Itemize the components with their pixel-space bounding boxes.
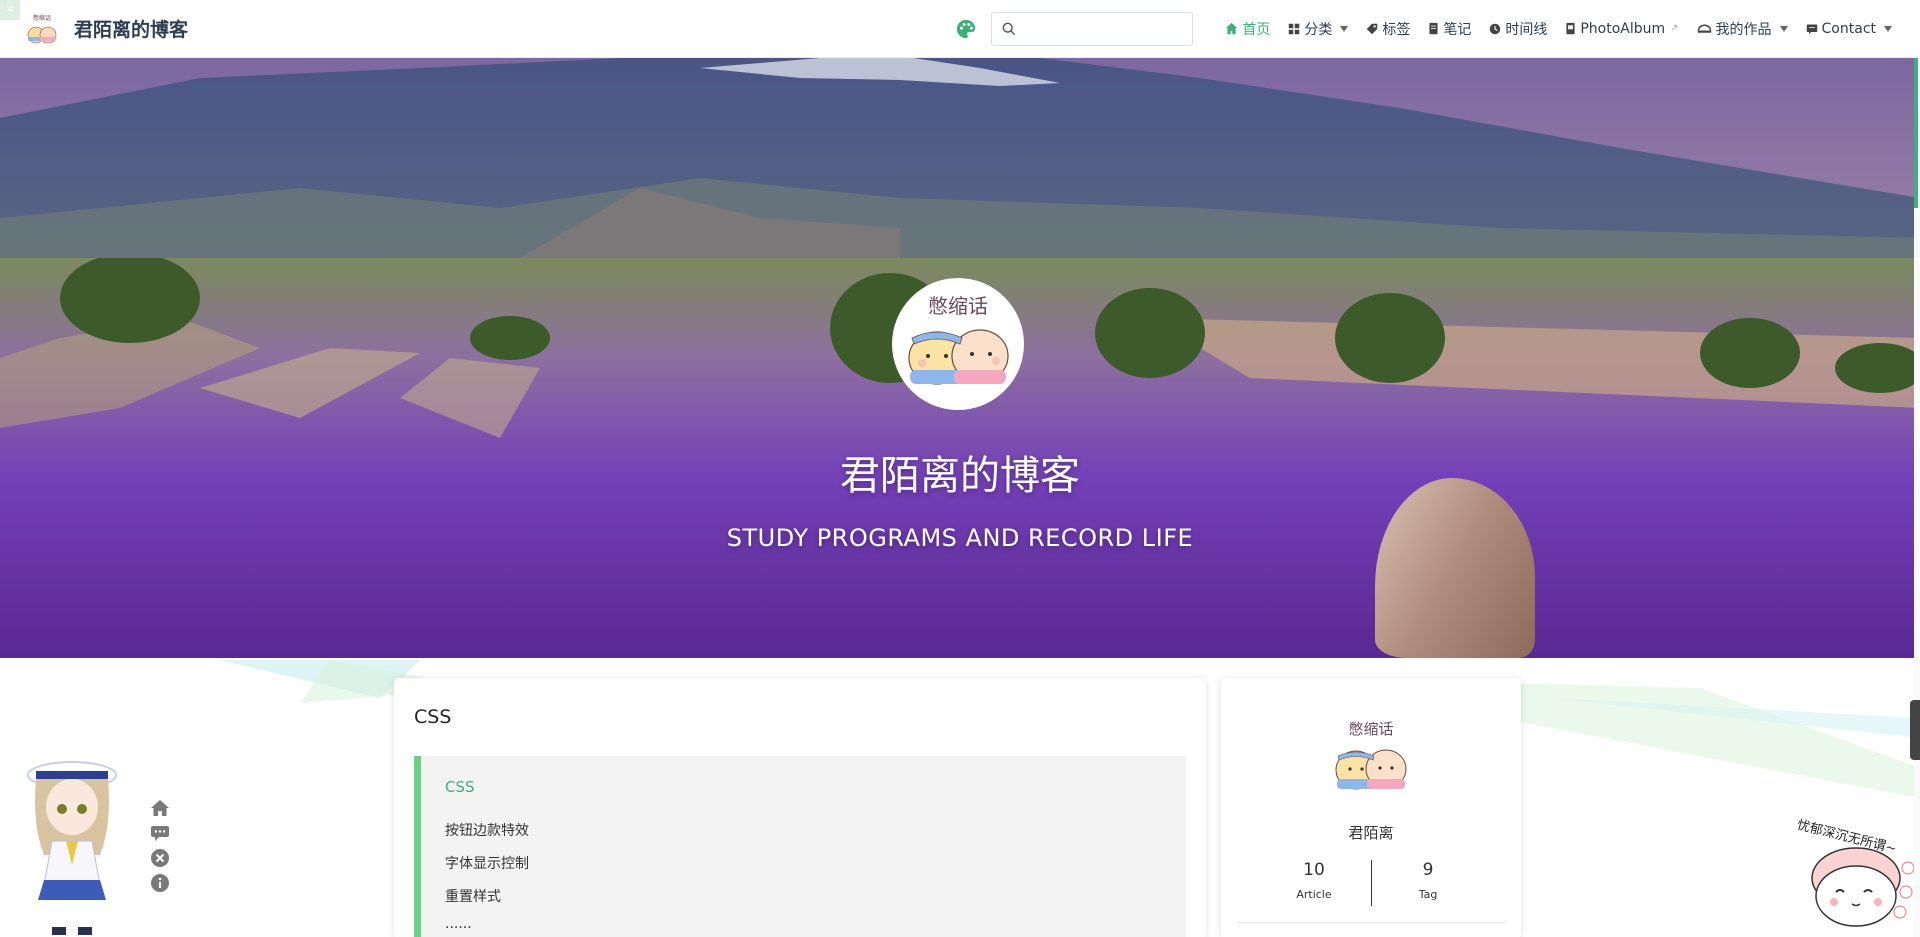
- profile-name: 君陌离: [1348, 824, 1394, 842]
- external-link-icon: ↗: [1670, 23, 1679, 34]
- hero-avatar-text: 憋缩话: [928, 294, 988, 318]
- home-icon: [1226, 22, 1238, 35]
- search-icon: [1002, 22, 1016, 35]
- nav-notes[interactable]: 笔记: [1428, 19, 1471, 39]
- scrollbar-thumb[interactable]: [1914, 58, 1918, 208]
- tag-icon: [1367, 23, 1378, 34]
- sticker-mascot[interactable]: [1796, 808, 1920, 937]
- excerpt-item: ......: [445, 916, 472, 932]
- excerpt-item: 字体显示控制: [445, 856, 529, 872]
- works-icon: [1697, 23, 1711, 33]
- close-icon[interactable]: [150, 848, 170, 868]
- nav-contact[interactable]: Contact: [1806, 21, 1892, 37]
- svg-text:憋缩话: 憋缩话: [33, 14, 51, 22]
- stat-tags-value: 9: [1422, 860, 1434, 880]
- nav-photoalbum-label: PhotoAlbum: [1580, 20, 1666, 37]
- nav-home-label: 首页: [1242, 21, 1271, 38]
- excerpt-heading: CSS: [445, 778, 475, 796]
- clock-icon: [1490, 23, 1501, 34]
- excerpt-item: 重置样式: [445, 889, 501, 905]
- hero-subtitle: STUDY PROGRAMS AND RECORD LIFE: [726, 524, 1194, 552]
- nav-contact-label: Contact: [1821, 20, 1876, 37]
- chevron-down-icon: [1884, 25, 1892, 32]
- hero-banner: 憋缩话 君陌离的博客 STUDY PROGRAMS AND RECORD LIF…: [0, 58, 1920, 658]
- chevron-down-icon: [1340, 25, 1349, 32]
- corner-close-icon[interactable]: ✕: [0, 0, 20, 20]
- home-icon[interactable]: [150, 798, 170, 818]
- palette-icon[interactable]: [955, 18, 977, 40]
- nav-right: 首页 分类 标签 笔记 时间线 PhotoAlbum ↗ 我的作品 Contac…: [955, 0, 1892, 58]
- stat-articles-value: 10: [1303, 860, 1325, 880]
- grid-icon: [1289, 23, 1300, 34]
- live2d-mascot[interactable]: [22, 755, 122, 937]
- profile-avatar-text: 憋缩话: [1348, 720, 1393, 738]
- stat-divider: [1371, 860, 1372, 906]
- search-input[interactable]: [1022, 14, 1193, 43]
- stat-tags-label: Tag: [1418, 888, 1438, 901]
- nav-works[interactable]: 我的作品: [1697, 19, 1788, 39]
- stat-articles[interactable]: 10 Article: [1264, 860, 1364, 901]
- navbar: 憋缩话 君陌离的博客 首页 分类 标签 笔记 时间线 PhotoAlbum ↗ …: [0, 0, 1920, 58]
- profile-avatar: 憋缩话: [1326, 718, 1416, 798]
- brand[interactable]: 憋缩话 君陌离的博客: [24, 10, 188, 47]
- post-excerpt: CSS 按钮边款特效 字体显示控制 重置样式 ......: [414, 756, 1186, 937]
- post-title[interactable]: CSS: [414, 706, 451, 728]
- site-title[interactable]: 君陌离的博客: [74, 15, 188, 42]
- hero-avatar: 憋缩话: [892, 278, 1024, 410]
- nav-tags-label: 标签: [1382, 21, 1411, 38]
- nav-tags[interactable]: 标签: [1366, 19, 1410, 39]
- nav-home[interactable]: 首页: [1225, 19, 1270, 39]
- stat-tags[interactable]: 9 Tag: [1378, 860, 1478, 901]
- info-icon[interactable]: [150, 873, 170, 893]
- album-icon: [1566, 22, 1575, 35]
- book-icon: [1429, 22, 1438, 35]
- nav-categories[interactable]: 分类: [1288, 19, 1349, 39]
- hero-title: 君陌离的博客: [840, 453, 1080, 499]
- contact-icon: [1806, 24, 1817, 34]
- stat-articles-label: Article: [1296, 888, 1332, 901]
- nav-timeline-label: 时间线: [1505, 21, 1548, 38]
- mascot-tools: [150, 798, 170, 898]
- nav-photoalbum[interactable]: PhotoAlbum ↗: [1565, 20, 1679, 37]
- divider: [1237, 922, 1505, 923]
- brand-logo: 憋缩话: [24, 10, 60, 47]
- comment-icon[interactable]: [150, 823, 170, 843]
- excerpt-item: 按钮边款特效: [445, 823, 529, 839]
- chevron-down-icon: [1779, 25, 1788, 32]
- nav-works-label: 我的作品: [1715, 21, 1772, 38]
- post-card[interactable]: CSS CSS 按钮边款特效 字体显示控制 重置样式 ......: [394, 678, 1206, 937]
- side-panel-handle[interactable]: [1910, 700, 1920, 760]
- nav-categories-label: 分类: [1304, 21, 1333, 38]
- search-box[interactable]: [991, 11, 1194, 46]
- nav-notes-label: 笔记: [1443, 21, 1472, 38]
- nav-timeline[interactable]: 时间线: [1489, 19, 1547, 39]
- profile-card: 憋缩话 君陌离 10 Article 9 Tag: [1221, 678, 1521, 937]
